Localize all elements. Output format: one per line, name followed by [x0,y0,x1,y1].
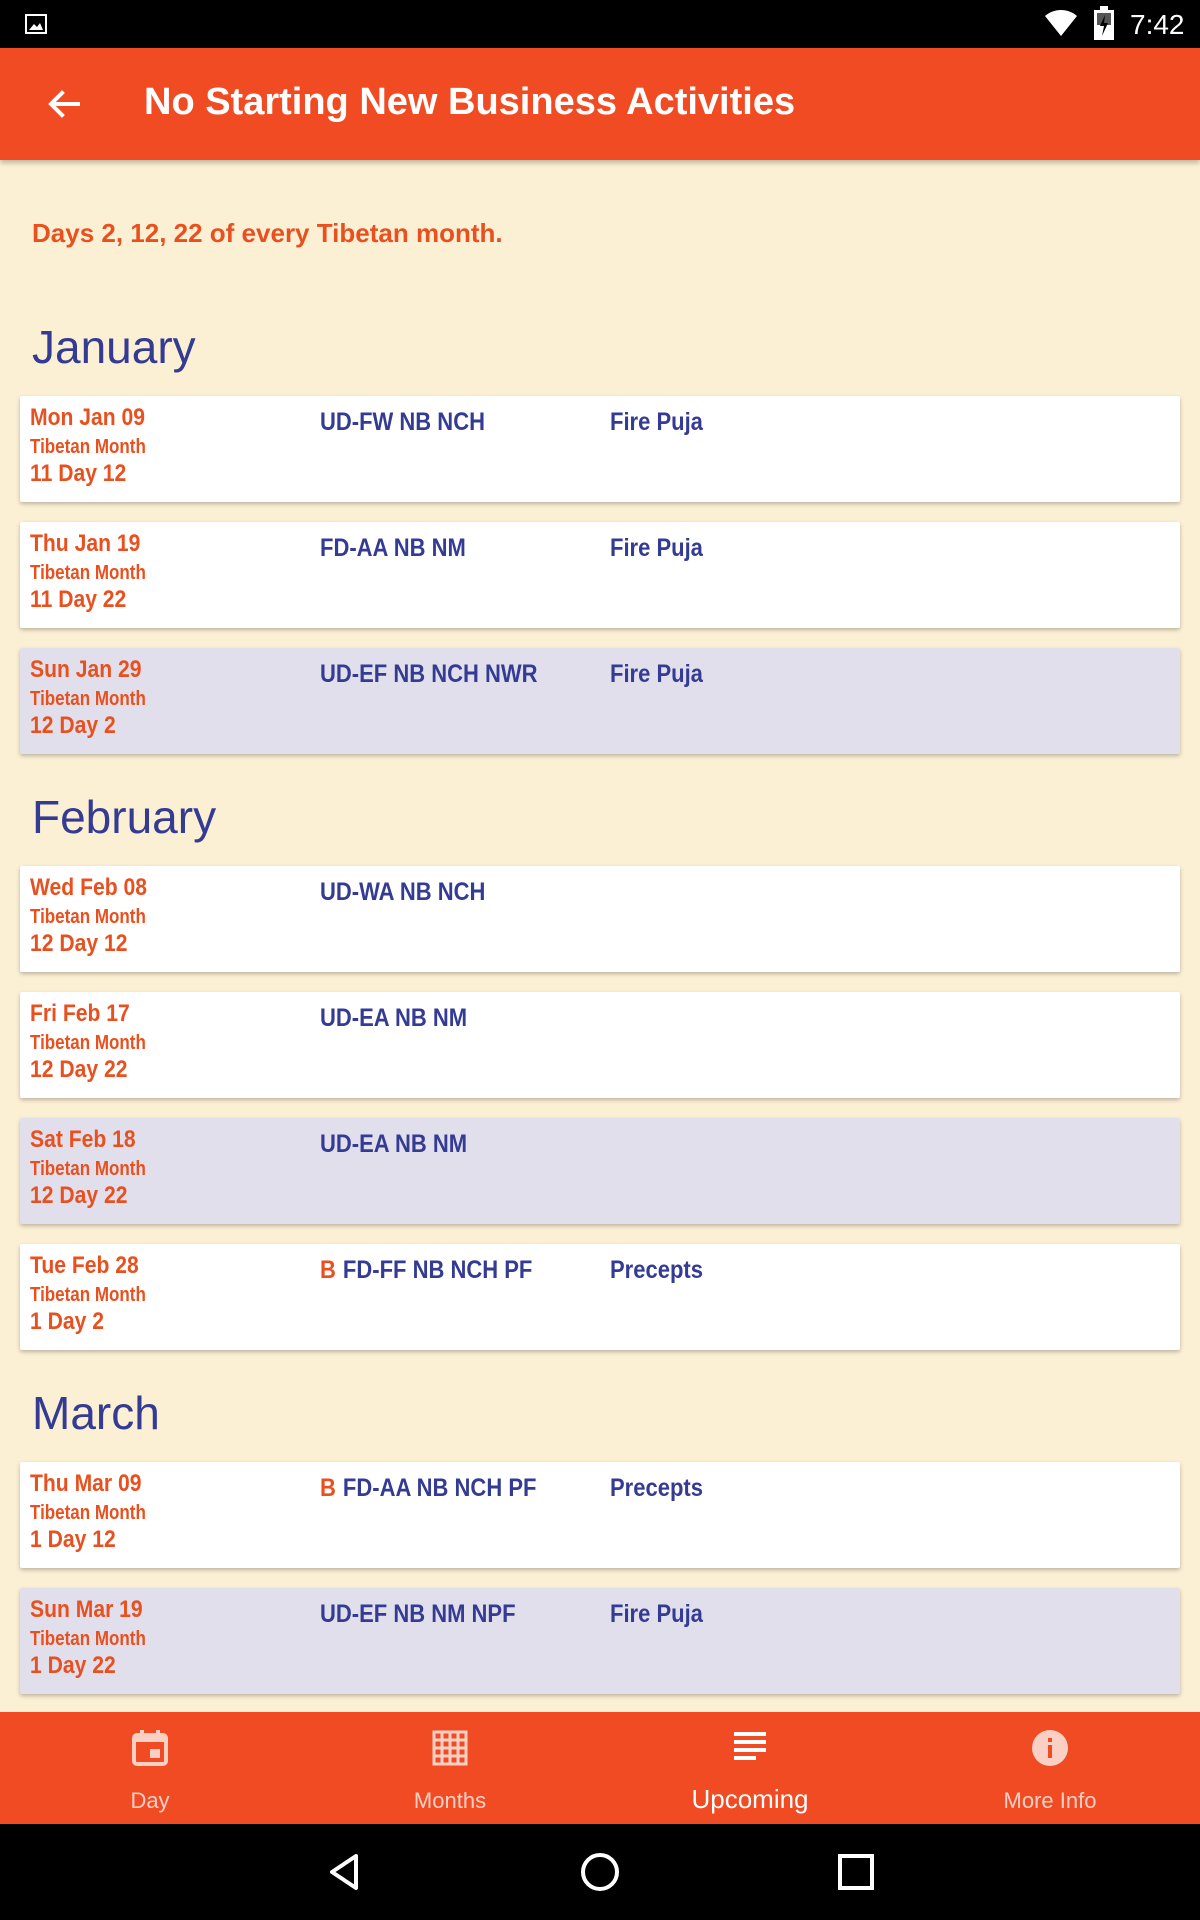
month-header-january: January [32,321,196,373]
wifi-icon [1045,10,1077,36]
entry-date: Thu Jan 19 [30,530,141,557]
nav-day-label: Day [130,1788,170,1813]
tibetan-month-label: Tibetan Month [30,688,146,710]
tibetan-day: 1 Day 12 [30,1526,116,1553]
list-item[interactable]: Fri Feb 17 Tibetan Month 12 Day 22 UD-EA… [20,992,1180,1098]
entry-codes: FD-AA NB NM [320,534,466,563]
entry-date: Sun Mar 19 [30,1596,143,1623]
entry-event: Precepts [610,1474,703,1502]
entry-event: Fire Puja [610,534,703,562]
grid-icon [432,1730,468,1766]
list-icon [734,1732,766,1760]
tibetan-month-label: Tibetan Month [30,906,146,928]
tibetan-day: 12 Day 12 [30,930,128,957]
battery-charging-icon [1094,6,1114,40]
codes-text: UD-EA NB NM [320,1004,468,1032]
image-notification-icon [25,14,47,34]
entry-date: Thu Mar 09 [30,1470,142,1497]
entry-date: Fri Feb 17 [30,1000,130,1027]
nav-more-info[interactable]: More Info [900,1712,1200,1824]
entry-codes: UD-EA NB NM [320,1004,467,1033]
app-bar: No Starting New Business Activities [0,48,1200,160]
codes-text: UD-EF NB NM NPF [320,1600,516,1628]
tibetan-day: 11 Day 12 [30,460,127,487]
entry-date: Sat Feb 18 [30,1126,136,1153]
tibetan-month-label: Tibetan Month [30,1502,146,1524]
home-icon[interactable] [578,1850,622,1894]
entry-date: Wed Feb 08 [30,874,147,901]
list-item[interactable]: Mon Jan 09 Tibetan Month 11 Day 12 UD-FW… [20,396,1180,502]
nav-upcoming-label: Upcoming [691,1784,809,1814]
list-item[interactable]: Thu Jan 19 Tibetan Month 11 Day 22 FD-AA… [20,522,1180,628]
codes-text: UD-EA NB NM [320,1130,468,1158]
codes-text: FD-FF NB NCH PF [342,1256,533,1284]
info-icon [1032,1730,1068,1766]
entry-codes: B FD-FF NB NCH PF [320,1256,532,1285]
entry-codes: UD-EF NB NM NPF [320,1600,516,1629]
upcoming-list[interactable]: Days 2, 12, 22 of every Tibetan month. J… [0,160,1200,1712]
tibetan-month-label: Tibetan Month [30,562,146,584]
b-prefix: B [320,1474,336,1502]
back-arrow-icon[interactable] [36,76,92,132]
tibetan-day: 12 Day 22 [30,1056,128,1083]
entry-date: Tue Feb 28 [30,1252,139,1279]
entry-date: Sun Jan 29 [30,656,142,683]
codes-text: FD-AA NB NM [320,534,466,562]
entry-codes: UD-EA NB NM [320,1130,467,1159]
tibetan-month-label: Tibetan Month [30,1032,146,1054]
entry-codes: UD-EF NB NCH NWR [320,660,538,689]
calendar-day-icon [132,1730,168,1766]
tibetan-month-label: Tibetan Month [30,1284,146,1306]
entry-codes: UD-FW NB NCH [320,408,485,437]
entry-event: Fire Puja [610,660,703,688]
entry-codes: B FD-AA NB NCH PF [320,1474,536,1503]
codes-text: UD-FW NB NCH [320,408,485,436]
tibetan-day: 12 Day 2 [30,712,116,739]
nav-months-label: Months [413,1788,487,1813]
entry-date: Mon Jan 09 [30,404,146,431]
nav-months[interactable]: Months [300,1712,600,1824]
codes-text: UD-WA NB NCH [320,878,486,906]
status-time: 7:42 [1130,9,1185,40]
page-title: No Starting New Business Activities [144,81,796,123]
list-item[interactable]: Wed Feb 08 Tibetan Month 12 Day 12 UD-WA… [20,866,1180,972]
rule-description: Days 2, 12, 22 of every Tibetan month. [32,218,503,248]
back-icon[interactable] [322,1850,366,1894]
bottom-navigation: Day Months Upcoming More Info [0,1712,1200,1824]
entry-codes: UD-WA NB NCH [320,878,485,907]
tibetan-day: 11 Day 22 [30,586,127,613]
tibetan-month-label: Tibetan Month [30,1628,146,1650]
tibetan-month-label: Tibetan Month [30,436,146,458]
nav-more-info-label: More Info [1003,1788,1097,1813]
entry-event: Precepts [610,1256,703,1284]
codes-text: UD-EF NB NCH NWR [320,660,538,688]
list-item[interactable]: Tue Feb 28 Tibetan Month 1 Day 2 B FD-FF … [20,1244,1180,1350]
codes-text: FD-AA NB NCH PF [342,1474,537,1502]
month-header-march: March [32,1387,160,1439]
tibetan-day: 1 Day 22 [30,1652,116,1679]
list-item[interactable]: Sat Feb 18 Tibetan Month 12 Day 22 UD-EA… [20,1118,1180,1224]
nav-day[interactable]: Day [0,1712,300,1824]
system-navigation-bar [0,1824,1200,1920]
list-item[interactable]: Sun Jan 29 Tibetan Month 12 Day 2 UD-EF … [20,648,1180,754]
b-prefix: B [320,1256,336,1284]
list-item[interactable]: Thu Mar 09 Tibetan Month 1 Day 12 B FD-AA… [20,1462,1180,1568]
tibetan-day: 1 Day 2 [30,1308,104,1335]
tibetan-day: 12 Day 22 [30,1182,128,1209]
recents-icon[interactable] [834,1850,878,1894]
entry-event: Fire Puja [610,1600,703,1628]
status-bar: 7:42 [0,0,1200,48]
nav-upcoming[interactable]: Upcoming [600,1712,900,1824]
tibetan-month-label: Tibetan Month [30,1158,146,1180]
month-header-february: February [32,791,217,843]
entry-event: Fire Puja [610,408,703,436]
list-item[interactable]: Sun Mar 19 Tibetan Month 1 Day 22 UD-EF … [20,1588,1180,1694]
